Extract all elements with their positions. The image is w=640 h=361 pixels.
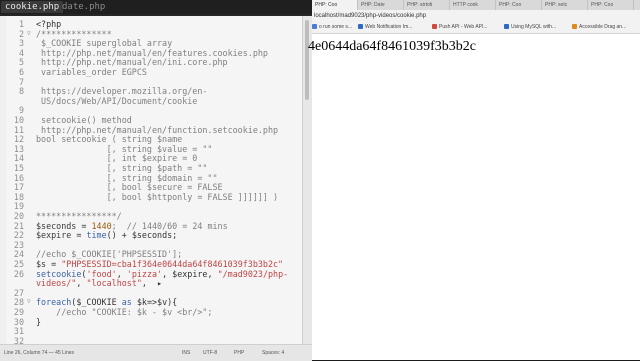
code-line[interactable]: 32	[0, 335, 312, 344]
browser-tab[interactable]: PHP: Coo	[496, 0, 542, 10]
url-text[interactable]: localhost/mad9023/php-videos/cookie.php	[314, 11, 426, 21]
browser-tab[interactable]: PHP: Coo	[588, 0, 634, 10]
browser-tab[interactable]: PHP: Coo	[312, 0, 358, 10]
cursor-position: Line 26, Column 74 — 45 Lines	[4, 350, 75, 356]
line-number: 32	[13, 335, 24, 344]
bookmark-label: Using MySQL with...	[511, 24, 557, 30]
bookmark-item[interactable]: Push API - Web API...	[432, 22, 488, 33]
language-selector[interactable]: PHP	[234, 350, 244, 356]
encoding-selector[interactable]: UTF-8	[203, 350, 217, 356]
indent-selector[interactable]: Spaces: 4	[262, 350, 284, 356]
editor-status-bar: Line 26, Column 74 — 45 Lines INS UTF-8 …	[0, 344, 312, 361]
editor-tab-bar: cookie.php date.php	[0, 0, 312, 14]
browser-tab[interactable]: PHP: Date	[358, 0, 404, 10]
address-bar[interactable]: localhost/mad9023/php-videos/cookie.php	[312, 10, 640, 22]
bookmark-label: Web Notification Im...	[365, 24, 413, 30]
bookmark-label: Accessible Drag an...	[579, 24, 627, 30]
bookmark-label: Push API - Web API...	[439, 24, 488, 30]
bookmark-favicon-icon	[312, 24, 317, 30]
tab-cookie-php[interactable]: cookie.php	[1, 1, 64, 13]
bookmark-item[interactable]: Accessible Drag an...	[572, 22, 626, 33]
code-editor: cookie.php date.php 1 <?php 2 ▽/***********…	[0, 0, 313, 361]
browser-window: PHP: Coo PHP: Date PHP: strtoti HTTP cook PH…	[308, 0, 640, 360]
insert-mode[interactable]: INS	[182, 350, 190, 356]
bookmark-favicon-icon	[504, 24, 509, 30]
bookmark-favicon-icon	[432, 24, 437, 30]
browser-tab[interactable]: PHP: strtoti	[404, 0, 450, 10]
editor-scrollbar-thumb[interactable]	[305, 20, 309, 100]
bookmark-item[interactable]: Web Notification Im...	[358, 22, 412, 33]
bookmark-favicon-icon	[358, 24, 363, 30]
bookmarks-bar: o run some s... Web Notification Im... Pus…	[312, 22, 640, 34]
tab-date-php[interactable]: date.php	[58, 1, 109, 13]
browser-tab[interactable]: HTTP cook	[450, 0, 496, 10]
code-area[interactable]: 1 <?php 2 ▽/************** 3 $_COOKIE superg…	[0, 16, 312, 344]
bookmark-item[interactable]: o run some s...	[312, 22, 352, 33]
browser-tab[interactable]: PHP: setc	[542, 0, 588, 10]
browser-tab-bar: PHP: Coo PHP: Date PHP: strtoti HTTP cook PH…	[312, 0, 640, 10]
page-output-text: 4e0644da64f8461039f3b3b2c	[308, 39, 476, 54]
bookmark-favicon-icon	[572, 24, 577, 30]
bookmark-label: o run some s...	[319, 24, 353, 30]
bookmark-item[interactable]: Using MySQL with...	[504, 22, 556, 33]
page-content: 4e0644da64f8461039f3b3b2c	[308, 34, 640, 360]
